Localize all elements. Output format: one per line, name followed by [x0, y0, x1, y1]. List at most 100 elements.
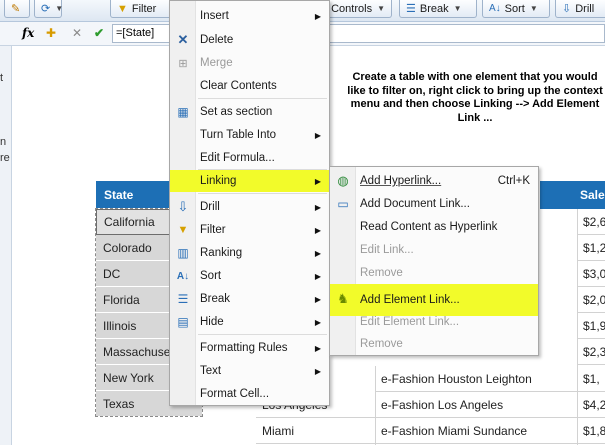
menu-item-label: Break [200, 293, 231, 305]
toolbar-edit-button[interactable]: ✎ [4, 0, 30, 18]
break-icon: ☰ [406, 3, 416, 15]
sort-icon: A↓ [176, 270, 190, 282]
menu-item-clear-contents[interactable]: Clear Contents [170, 75, 329, 97]
menu-item-merge[interactable]: ⊞ Merge [170, 52, 329, 74]
break-button[interactable]: ☰ Break ▼ [399, 0, 477, 18]
gutter-text: re [0, 152, 10, 164]
store-cell[interactable]: e-Fashion Houston Leighton [375, 366, 577, 392]
menu-item-sort[interactable]: A↓ Sort ▶ [170, 265, 329, 287]
submenu-item-remove-element-link[interactable]: Remove [330, 333, 538, 355]
submenu-arrow-icon: ▶ [314, 202, 321, 212]
sort-icon: A↓ [489, 3, 501, 14]
menu-item-format-cell[interactable]: Format Cell... [170, 383, 329, 405]
drill-button-label: Drill [575, 2, 595, 15]
sales-cell[interactable]: $2,3 [577, 339, 605, 365]
formula-editor-icon[interactable]: ✚ [46, 26, 56, 40]
ranking-icon: ▥ [177, 246, 189, 260]
menu-item-label: Formatting Rules [200, 342, 288, 354]
chevron-down-icon: ▼ [453, 4, 462, 13]
menu-item-label: Clear Contents [200, 80, 277, 92]
submenu-arrow-icon: ▶ [314, 271, 321, 281]
sales-cell[interactable]: $1,9 [577, 313, 605, 339]
submenu-item-add-hyperlink[interactable]: ◍ Add Hyperlink... Ctrl+K [330, 170, 538, 192]
submenu-item-remove-link[interactable]: Remove [330, 262, 538, 284]
gutter-text: n [0, 136, 7, 148]
submenu-item-read-content-as-hyperlink[interactable]: Read Content as Hyperlink [330, 216, 538, 238]
sales-cell[interactable]: $2,6 [577, 209, 605, 235]
submenu-item-label: Add Element Link... [360, 294, 460, 306]
gutter-text: t [0, 72, 4, 84]
drill-icon: ⇩ [177, 199, 189, 214]
menu-separator [198, 98, 327, 99]
filter-button-label: Filter [131, 2, 157, 15]
menu-item-insert[interactable]: Insert ▶ [170, 5, 329, 27]
submenu-item-edit-link[interactable]: Edit Link... [330, 239, 538, 261]
store-cell[interactable]: e-Fashion Miami Sundance [375, 418, 577, 444]
sort-button-label: Sort [504, 2, 525, 15]
store-cell[interactable]: e-Fashion Los Angeles [375, 392, 577, 418]
menu-item-label: Linking [200, 175, 237, 187]
controls-button[interactable]: Controls ▼ [322, 0, 392, 18]
menu-item-label: Turn Table Into [200, 129, 277, 141]
menu-item-label: Edit Formula... [200, 152, 275, 164]
menu-item-linking[interactable]: Linking ▶ [170, 170, 329, 192]
menu-item-turn-table-into[interactable]: Turn Table Into ▶ [170, 124, 329, 146]
menu-item-label: Drill [200, 201, 220, 213]
break-button-label: Break [419, 2, 449, 15]
drill-icon: ⇩ [562, 3, 572, 15]
sales-cell[interactable]: $3,0 [577, 261, 605, 287]
refresh-icon: ⟳ [41, 3, 51, 15]
menu-item-label: Insert [200, 10, 229, 22]
filter-button[interactable]: ▼ Filter [110, 0, 172, 18]
submenu-item-label: Remove [360, 267, 403, 279]
controls-button-label: Controls [331, 2, 373, 15]
formula-fx-icon[interactable]: fx [22, 26, 34, 40]
menu-item-label: Delete [200, 34, 234, 46]
globe-link-icon: ◍ [337, 173, 349, 188]
menu-item-label: Sort [200, 270, 222, 282]
menu-item-ranking[interactable]: ▥ Ranking ▶ [170, 242, 329, 264]
menu-separator [198, 334, 327, 335]
menu-item-hide[interactable]: ▤ Hide ▶ [170, 311, 329, 333]
formula-cancel-icon[interactable]: ✕ [72, 26, 82, 40]
drill-button[interactable]: ⇩ Drill [555, 0, 605, 18]
table-grid-line [577, 209, 578, 445]
left-panel-edge: t n re [0, 46, 12, 445]
menu-item-text[interactable]: Text ▶ [170, 360, 329, 382]
city-cell[interactable]: Miami [256, 418, 375, 444]
menu-item-label: Format Cell... [200, 388, 270, 400]
menu-item-label: Ranking [200, 247, 243, 259]
submenu-item-label: Read Content as Hyperlink [360, 221, 498, 233]
submenu-arrow-icon: ▶ [314, 225, 321, 235]
menu-item-label: Set as section [200, 106, 273, 118]
toolbar-refresh-button[interactable]: ⟳ ▼ [34, 0, 63, 18]
sales-cell[interactable]: $1,2 [577, 235, 605, 261]
menu-item-delete[interactable]: ✕ Delete [170, 29, 329, 51]
chevron-down-icon: ▼ [529, 4, 538, 13]
submenu-item-label: Add Document Link... [360, 198, 470, 210]
submenu-item-edit-element-link[interactable]: Edit Element Link... [330, 311, 538, 333]
menu-item-edit-formula[interactable]: Edit Formula... [170, 147, 329, 169]
menu-item-set-as-section[interactable]: ▦ Set as section [170, 101, 329, 123]
sales-cell[interactable]: $1,8 [577, 418, 605, 444]
sort-button[interactable]: A↓ Sort ▼ [482, 0, 550, 18]
submenu-arrow-icon: ▶ [314, 366, 321, 376]
menu-item-filter[interactable]: ▼ Filter ▶ [170, 219, 329, 241]
submenu-item-label: Remove [360, 338, 403, 350]
menu-item-break[interactable]: ☰ Break ▶ [170, 288, 329, 310]
submenu-item-add-document-link[interactable]: ▭ Add Document Link... [330, 193, 538, 215]
menu-item-label: Text [200, 365, 222, 377]
context-menu: Insert ▶ ✕ Delete ⊞ Merge Clear Contents… [169, 0, 330, 406]
sales-cell[interactable]: $2,0 [577, 287, 605, 313]
submenu-arrow-icon: ▶ [314, 343, 321, 353]
submenu-arrow-icon: ▶ [314, 176, 321, 186]
chevron-down-icon: ▼ [377, 4, 385, 13]
linking-submenu: ◍ Add Hyperlink... Ctrl+K ▭ Add Document… [329, 166, 539, 356]
sales-cell[interactable]: $4,2 [577, 392, 605, 418]
menu-item-drill[interactable]: ⇩ Drill ▶ [170, 196, 329, 218]
menu-item-formatting-rules[interactable]: Formatting Rules ▶ [170, 337, 329, 359]
formula-validate-icon[interactable]: ✔ [94, 26, 104, 40]
sales-cell[interactable]: $1, [577, 366, 605, 392]
document-link-icon: ▭ [337, 197, 349, 211]
sales-column-header[interactable]: Sale [540, 181, 605, 209]
